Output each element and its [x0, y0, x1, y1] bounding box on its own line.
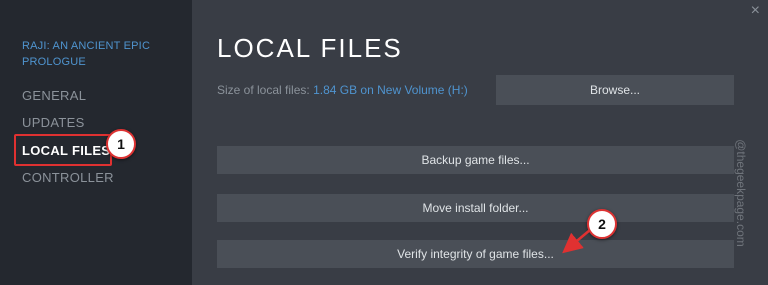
watermark: @thegeekpage.com [706, 138, 768, 248]
watermark-text: @thegeekpage.com [734, 139, 748, 247]
annotation-arrow-icon [562, 229, 591, 254]
